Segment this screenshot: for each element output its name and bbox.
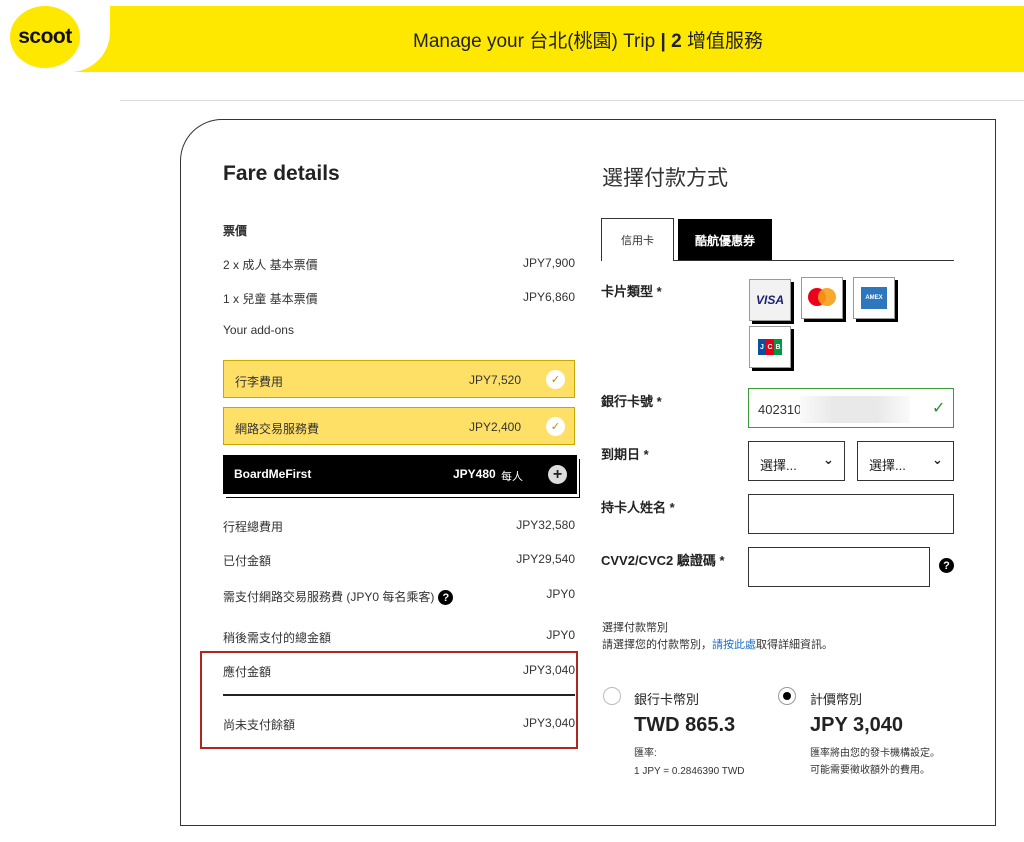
total-label: 已付金額 (223, 554, 272, 568)
expiry-month-value: 選擇... (760, 458, 797, 473)
top-header: scoot Manage your 台北(桃園) Trip | 2 增值服務 (0, 6, 1024, 72)
boardme-value: JPY480 (453, 467, 496, 481)
due-label: 應付金額 (223, 665, 272, 679)
title-step-name: 增值服務 (686, 31, 763, 52)
addons-heading: Your add-ons (223, 323, 294, 337)
pricing-currency-label: 計價幣別 (810, 692, 863, 707)
title-trip: Trip (623, 31, 656, 52)
chevron-down-icon: ⌄ (823, 452, 834, 467)
header-divider (120, 100, 1024, 101)
fare-row-label: 2 x 成人 基本票價 (223, 258, 318, 272)
addon-label: 網路交易服務費 (235, 422, 320, 436)
tab-voucher[interactable]: 酷航優惠券 (678, 219, 772, 261)
balance-label: 尚未支付餘額 (223, 718, 296, 732)
help-icon[interactable]: ? (939, 558, 954, 573)
due-divider (223, 694, 575, 696)
currency-hint-tail: 取得詳細資訊。 (756, 639, 833, 651)
fare-row-value: JPY6,860 (522, 290, 575, 304)
addon-label: 行李費用 (235, 375, 284, 389)
jcb-icon[interactable]: JCB (749, 326, 791, 368)
addon-online-fee[interactable]: 網路交易服務費 JPY2,400 ✓ (223, 407, 575, 445)
visa-card-icon[interactable]: VISA (749, 279, 791, 321)
pricing-currency-note1: 匯率將由您的發卡機構設定。 (810, 748, 940, 759)
pricing-currency-amount: JPY 3,040 (810, 714, 904, 736)
total-value: JPY0 (546, 587, 575, 601)
card-number-value: 402310 (758, 402, 802, 417)
radio-card-currency[interactable] (603, 687, 621, 705)
total-label: 稍後需支付的總金額 (223, 631, 332, 645)
card-currency-amount: TWD 865.3 (634, 714, 736, 736)
plus-icon[interactable]: + (548, 465, 567, 484)
fare-row-label: 1 x 兒童 基本票價 (223, 292, 318, 306)
total-value: JPY0 (546, 628, 575, 642)
expiry-label: 到期日 * (601, 447, 649, 462)
addon-boardmefirst[interactable]: BoardMeFirst JPY480 每人 + (223, 455, 577, 494)
cvv-input[interactable] (748, 547, 930, 587)
radio-pricing-currency[interactable] (778, 687, 796, 705)
total-label: 行程總費用 (223, 520, 284, 534)
card-number-mask (800, 396, 910, 423)
valid-check-icon: ✓ (932, 400, 946, 417)
holder-name-input[interactable] (748, 494, 954, 534)
amex-icon[interactable]: AMEX (853, 277, 895, 319)
mastercard-icon[interactable] (801, 277, 843, 319)
holder-label: 持卡人姓名 * (601, 500, 675, 515)
currency-hint: 請選擇您的付款幣別，請按此處取得詳細資訊。 (602, 636, 833, 652)
currency-heading: 選擇付款幣別 (602, 622, 668, 634)
title-city: 台北(桃園) (529, 31, 618, 52)
payment-title: 選擇付款方式 (602, 167, 728, 190)
total-label: 需支付網路交易服務費 (JPY0 每名乘客) (223, 590, 435, 604)
expiry-year-value: 選擇... (869, 458, 906, 473)
page-title: Manage your 台北(桃園) Trip | 2 增值服務 (0, 26, 1024, 53)
tab-credit-card[interactable]: 信用卡 (601, 218, 674, 261)
addon-value: JPY2,400 (468, 420, 521, 434)
cvv-label: CVV2/CVC2 驗證碼 * (601, 553, 725, 568)
fare-details-title: Fare details (223, 162, 340, 185)
card-currency-note2: 1 JPY = 0.2846390 TWD (634, 766, 745, 777)
currency-hint-text: 請選擇您的付款幣別， (602, 639, 712, 651)
due-value: JPY3,040 (522, 663, 575, 677)
fee-row: 需支付網路交易服務費 (JPY0 每名乘客)? (223, 588, 454, 606)
card-currency-label: 銀行卡幣別 (634, 692, 700, 707)
balance-value: JPY3,040 (522, 716, 575, 730)
fare-heading: 票價 (223, 224, 248, 238)
fare-row-value: JPY7,900 (522, 256, 575, 270)
tab-underline (674, 260, 954, 261)
help-icon[interactable]: ? (438, 590, 454, 606)
addon-value: JPY7,520 (468, 373, 521, 387)
title-separator: | (660, 31, 666, 52)
card-currency-note1: 匯率: (634, 748, 657, 759)
total-value: JPY32,580 (516, 518, 575, 532)
card-number-label: 銀行卡號 * (601, 394, 662, 409)
total-value: JPY29,540 (516, 552, 575, 566)
check-icon: ✓ (546, 370, 565, 389)
title-prefix: Manage your (413, 31, 524, 52)
currency-hint-link[interactable]: 請按此處 (712, 639, 756, 651)
boardme-label: BoardMeFirst (234, 467, 312, 481)
check-icon: ✓ (546, 417, 565, 436)
pricing-currency-note2: 可能需要徵收額外的費用。 (810, 765, 930, 776)
addon-baggage[interactable]: 行李費用 JPY7,520 ✓ (223, 360, 575, 398)
title-step: 2 (671, 31, 682, 52)
visa-text: VISA (755, 293, 784, 307)
boardme-per: 每人 (501, 471, 523, 483)
card-type-label: 卡片類型 * (601, 284, 662, 299)
chevron-down-icon: ⌄ (932, 452, 943, 467)
